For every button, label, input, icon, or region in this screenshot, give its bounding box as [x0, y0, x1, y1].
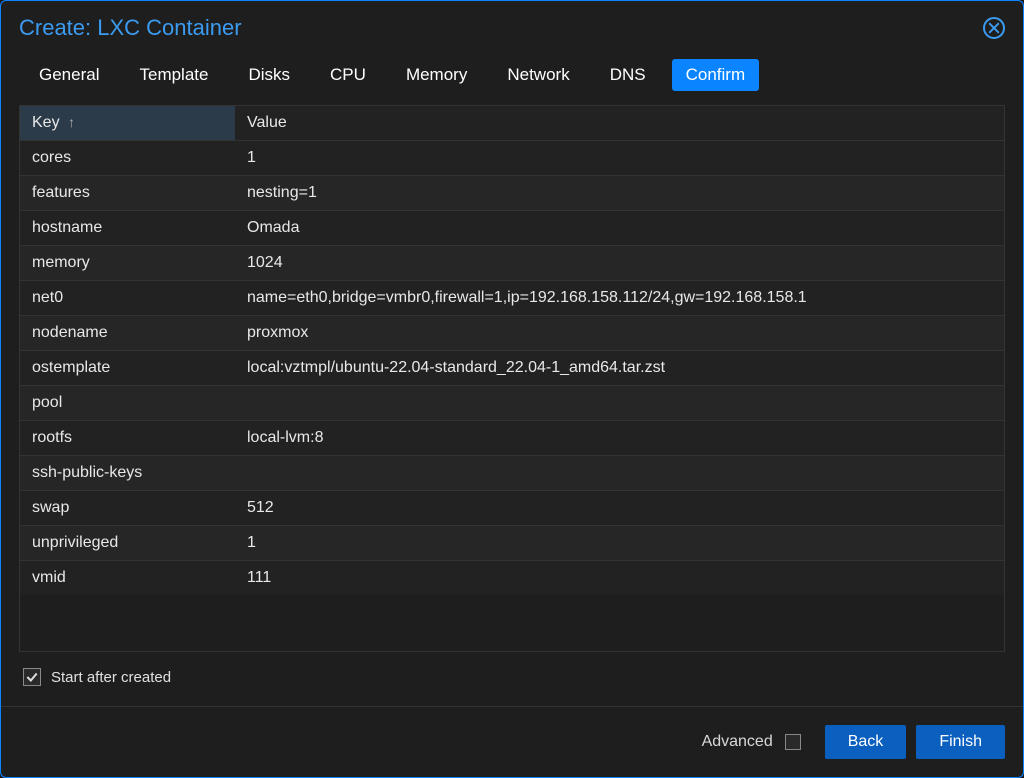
cell-value: 512 — [235, 491, 1004, 526]
table-row[interactable]: pool — [20, 386, 1004, 421]
cell-key: swap — [20, 491, 235, 526]
tab-dns[interactable]: DNS — [596, 59, 660, 91]
dialog-footer: Advanced Back Finish — [1, 706, 1023, 777]
table-row[interactable]: vmid111 — [20, 561, 1004, 596]
cell-value — [235, 386, 1004, 421]
cell-value: 1 — [235, 141, 1004, 176]
finish-button[interactable]: Finish — [916, 725, 1005, 759]
column-header-value[interactable]: Value — [235, 106, 1004, 141]
tab-network[interactable]: Network — [493, 59, 583, 91]
tab-general[interactable]: General — [25, 59, 113, 91]
back-button[interactable]: Back — [825, 725, 907, 759]
dialog-title: Create: LXC Container — [19, 15, 242, 41]
cell-value: local:vztmpl/ubuntu-22.04-standard_22.04… — [235, 351, 1004, 386]
close-icon — [988, 22, 1000, 34]
start-after-created-checkbox[interactable] — [23, 668, 41, 686]
cell-value: name=eth0,bridge=vmbr0,firewall=1,ip=192… — [235, 281, 1004, 316]
cell-value: 1 — [235, 526, 1004, 561]
dialog-header: Create: LXC Container — [1, 1, 1023, 47]
cell-value: 1024 — [235, 246, 1004, 281]
tab-cpu[interactable]: CPU — [316, 59, 380, 91]
confirm-table: Key ↑ Value cores1featuresnesting=1hostn… — [20, 106, 1004, 595]
cell-value: nesting=1 — [235, 176, 1004, 211]
column-header-key[interactable]: Key ↑ — [20, 106, 235, 141]
cell-value: Omada — [235, 211, 1004, 246]
dialog-body: Key ↑ Value cores1featuresnesting=1hostn… — [1, 105, 1023, 694]
cell-key: nodename — [20, 316, 235, 351]
cell-key: unprivileged — [20, 526, 235, 561]
column-header-key-label: Key — [32, 114, 60, 131]
cell-key: vmid — [20, 561, 235, 596]
advanced-checkbox[interactable] — [785, 734, 801, 750]
cell-value: 111 — [235, 561, 1004, 596]
table-row[interactable]: hostnameOmada — [20, 211, 1004, 246]
start-after-created-label: Start after created — [51, 669, 171, 686]
sort-ascending-icon: ↑ — [68, 114, 75, 130]
table-row[interactable]: memory1024 — [20, 246, 1004, 281]
table-row[interactable]: featuresnesting=1 — [20, 176, 1004, 211]
tab-confirm[interactable]: Confirm — [672, 59, 760, 91]
table-row[interactable]: ssh-public-keys — [20, 456, 1004, 491]
advanced-label: Advanced — [702, 733, 773, 751]
cell-value: proxmox — [235, 316, 1004, 351]
table-row[interactable]: rootfslocal-lvm:8 — [20, 421, 1004, 456]
cell-value — [235, 456, 1004, 491]
table-row[interactable]: nodenameproxmox — [20, 316, 1004, 351]
create-container-dialog: Create: LXC Container General Template Dis… — [0, 0, 1024, 778]
table-row[interactable]: swap512 — [20, 491, 1004, 526]
column-header-value-label: Value — [247, 114, 287, 131]
cell-key: ostemplate — [20, 351, 235, 386]
confirm-table-wrap: Key ↑ Value cores1featuresnesting=1hostn… — [19, 105, 1005, 652]
cell-key: rootfs — [20, 421, 235, 456]
wizard-tabs: General Template Disks CPU Memory Network DNS C… — [1, 47, 1023, 105]
tab-disks[interactable]: Disks — [234, 59, 304, 91]
cell-key: pool — [20, 386, 235, 421]
tab-memory[interactable]: Memory — [392, 59, 481, 91]
start-after-created-row: Start after created — [19, 652, 1005, 694]
cell-key: features — [20, 176, 235, 211]
table-row[interactable]: ostemplatelocal:vztmpl/ubuntu-22.04-stan… — [20, 351, 1004, 386]
cell-key: ssh-public-keys — [20, 456, 235, 491]
cell-key: memory — [20, 246, 235, 281]
cell-key: hostname — [20, 211, 235, 246]
close-button[interactable] — [983, 17, 1005, 39]
cell-key: cores — [20, 141, 235, 176]
check-icon — [25, 670, 39, 684]
table-row[interactable]: unprivileged1 — [20, 526, 1004, 561]
table-row[interactable]: cores1 — [20, 141, 1004, 176]
cell-value: local-lvm:8 — [235, 421, 1004, 456]
tab-template[interactable]: Template — [125, 59, 222, 91]
cell-key: net0 — [20, 281, 235, 316]
table-row[interactable]: net0name=eth0,bridge=vmbr0,firewall=1,ip… — [20, 281, 1004, 316]
